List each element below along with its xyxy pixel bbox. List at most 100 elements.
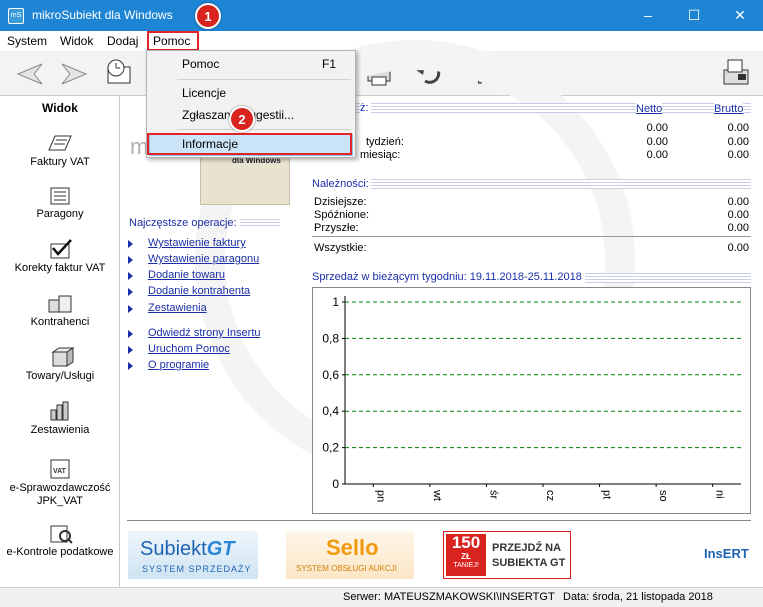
sidebar-item-label: e-Kontrole podatkowe — [6, 546, 114, 558]
window-title: mikroSubiekt dla Windows — [32, 8, 173, 22]
link-zestawienia[interactable]: Zestawienia — [148, 302, 207, 314]
minimize-button[interactable]: – — [625, 0, 671, 31]
step-badge-1: 1 — [195, 3, 221, 29]
x-tick-label: cz — [544, 490, 556, 501]
sales-netto-value: 0.00 — [646, 149, 668, 161]
receivables-row-label: Spóźnione: — [314, 209, 370, 221]
y-tick-label: 0,6 — [322, 368, 339, 382]
sidebar-title: Widok — [42, 101, 78, 115]
link-strony-insertu[interactable]: Odwiedź strony Insertu — [148, 327, 261, 339]
forward-arrow-icon[interactable] — [58, 58, 90, 90]
promo-banner[interactable]: 150 ZŁ TANIEJ! PRZEJDŹ NA SUBIEKTA GT — [443, 531, 571, 579]
sales-brutto-value: 0.00 — [727, 122, 749, 134]
sidebar-item-towary[interactable]: Towary/Usługi — [0, 346, 120, 383]
link-dodanie-kontrahenta[interactable]: Dodanie kontrahenta — [148, 285, 250, 297]
menu-item-shortcut: F1 — [322, 57, 337, 71]
subiekt-suffix: GT — [206, 538, 235, 560]
close-button[interactable]: ✕ — [717, 0, 763, 31]
x-tick-label: ni — [714, 490, 726, 499]
contractors-icon — [48, 295, 72, 313]
receivables-row-label: Dzisiejsze: — [314, 196, 367, 208]
x-tick-label: śr — [487, 490, 499, 500]
receivables-row-label: Przyszłe: — [314, 222, 359, 234]
fax-icon[interactable] — [720, 56, 752, 88]
tax-audit-icon — [50, 525, 73, 544]
bullet-icon — [128, 362, 133, 370]
sidebar-item-jpk-vat[interactable]: VAT e-Sprawozdawczość JPK_VAT — [0, 456, 120, 508]
sales-title: ż: — [360, 102, 371, 116]
sales-netto-value: 0.00 — [646, 122, 668, 134]
informacje-highlight-box — [147, 133, 352, 155]
link-wystawienie-faktury[interactable]: Wystawienie faktury — [148, 237, 246, 249]
sidebar-item-label: Korekty faktur VAT — [14, 262, 106, 274]
sidebar-item-korekty[interactable]: Korekty faktur VAT — [0, 238, 120, 275]
invoice-icon — [48, 135, 72, 151]
app-icon: mS — [8, 8, 24, 24]
receivables-value: 0.00 — [727, 196, 749, 208]
netto-header: Netto — [636, 103, 663, 115]
sales-netto-value: 0.00 — [646, 136, 668, 148]
sidebar-item-zestawienia[interactable]: Zestawienia — [0, 400, 120, 437]
promo-line2: SUBIEKTA GT — [492, 557, 566, 569]
title-bar: mS mikroSubiekt dla Windows – ☐ ✕ — [0, 0, 763, 31]
status-server: Serwer: MATEUSZMAKOWSKI\INSERTGT — [343, 591, 555, 603]
menu-dodaj[interactable]: Dodaj — [107, 34, 138, 48]
link-o-programie[interactable]: O programie — [148, 359, 209, 371]
maximize-button[interactable]: ☐ — [671, 0, 717, 31]
x-tick-label: pt — [601, 490, 613, 499]
sidebar-item-label: Paragony — [36, 208, 84, 220]
promo-price-box: 150 ZŁ TANIEJ! — [446, 534, 486, 576]
weekly-sales-chart: 0 0,2 0,4 0,6 0,8 1 pn wt śr cz pt so ni — [322, 295, 741, 502]
sidebar-item-faktury-vat[interactable]: Faktury VAT — [0, 132, 120, 169]
bullet-icon — [128, 330, 133, 338]
operations-title: Najczęstsze operacje: — [129, 217, 280, 231]
x-tick-label: wt — [431, 489, 443, 501]
menu-item-pomoc[interactable]: Pomoc — [182, 57, 219, 71]
sello-banner[interactable]: Sello SYSTEM OBSŁUGI AUKCJI — [286, 531, 414, 579]
calendar-clock-icon[interactable] — [104, 57, 136, 89]
sales-header-stripes — [312, 103, 751, 113]
menu-separator — [177, 79, 351, 80]
sales-brutto-value: 0.00 — [727, 136, 749, 148]
y-tick-label: 0,8 — [322, 331, 339, 345]
subiekt-tagline: SYSTEM SPRZEDAŻY — [142, 564, 252, 574]
subiekt-gt-banner[interactable]: SubiektGT SYSTEM SPRZEDAŻY — [128, 531, 258, 579]
receivables-header-stripes — [312, 179, 751, 189]
sidebar: Widok Faktury VAT Paragony Korekty faktu… — [0, 96, 120, 587]
back-arrow-icon[interactable] — [14, 58, 46, 90]
bullet-icon — [128, 305, 133, 313]
status-date: Data: środa, 21 listopada 2018 — [563, 591, 713, 603]
link-wystawienie-paragonu[interactable]: Wystawienie paragonu — [148, 253, 259, 265]
step-badge-2: 2 — [229, 106, 255, 132]
sales-brutto-value: 0.00 — [727, 149, 749, 161]
menu-system[interactable]: System — [7, 34, 47, 48]
receivables-total-value: 0.00 — [727, 242, 749, 254]
promo-line1: PRZEJDŹ NA — [492, 542, 562, 554]
bullet-icon — [128, 256, 133, 264]
sidebar-item-paragony[interactable]: Paragony — [0, 184, 120, 221]
reports-icon — [50, 401, 69, 421]
sidebar-item-kontrahenci[interactable]: Kontrahenci — [0, 292, 120, 329]
brutto-header: Brutto — [714, 103, 744, 115]
sello-tagline: SYSTEM OBSŁUGI AUKCJI — [296, 564, 397, 573]
footer-divider — [127, 520, 751, 521]
bullet-icon — [128, 272, 133, 280]
chart-title: Sprzedaż w bieżącym tygodniu: 19.11.2018… — [312, 271, 585, 285]
jpk-vat-icon: VAT — [50, 459, 70, 479]
link-uruchom-pomoc[interactable]: Uruchom Pomoc — [148, 343, 230, 355]
menu-separator — [177, 129, 351, 130]
menu-item-licencje[interactable]: Licencje — [182, 86, 226, 100]
correction-icon — [50, 239, 72, 259]
link-dodanie-towaru[interactable]: Dodanie towaru — [148, 269, 225, 281]
receipt-icon — [50, 187, 70, 205]
y-tick-label: 0 — [332, 477, 339, 491]
pomoc-highlight-box — [147, 31, 199, 51]
receivables-total-label: Wszystkie: — [314, 242, 367, 254]
divider — [312, 236, 751, 237]
sello-name: Sello — [326, 535, 379, 560]
sidebar-item-e-kontrole[interactable]: e-Kontrole podatkowe — [0, 522, 120, 559]
sales-row-label: miesiąc: — [360, 149, 401, 161]
insert-logo[interactable]: InsERT — [704, 546, 749, 561]
status-bar: Serwer: MATEUSZMAKOWSKI\INSERTGT Data: ś… — [0, 587, 763, 607]
menu-widok[interactable]: Widok — [60, 34, 93, 48]
